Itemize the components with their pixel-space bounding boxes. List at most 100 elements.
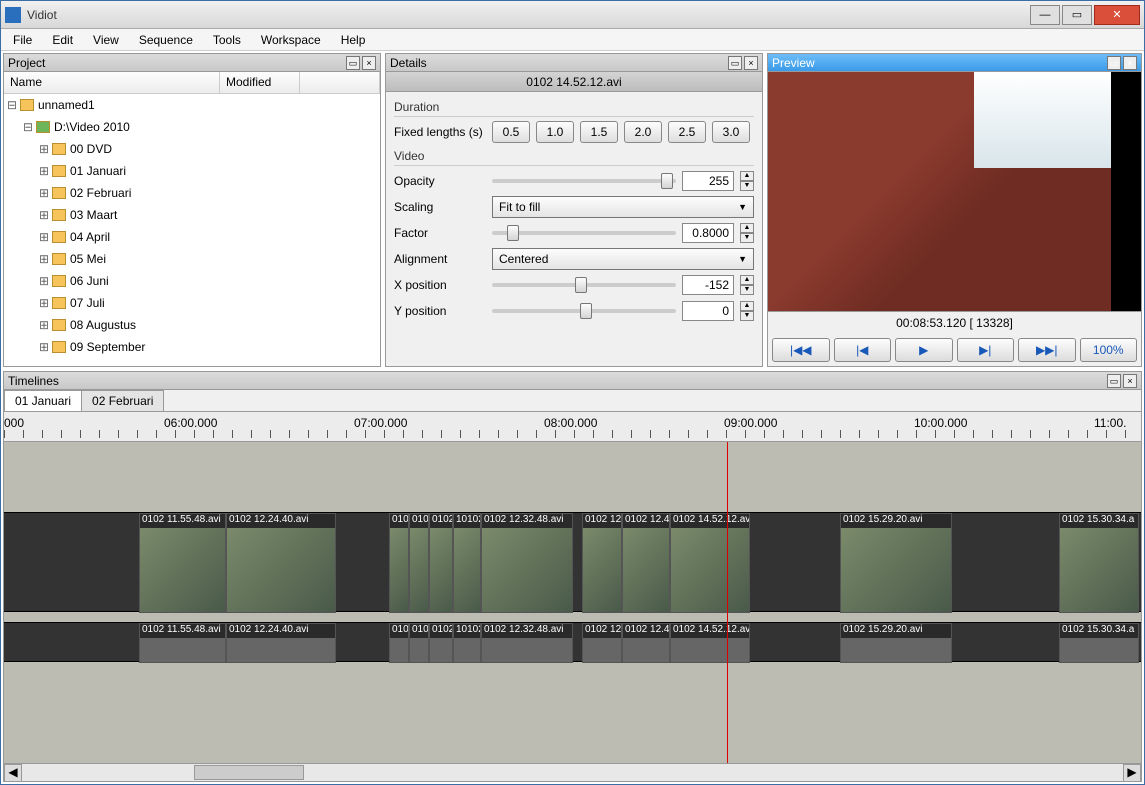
- ypos-slider[interactable]: [492, 309, 676, 313]
- maximize-button[interactable]: ▭: [1062, 5, 1092, 25]
- tree-item[interactable]: ⊞02 Februari: [4, 182, 380, 204]
- opacity-value[interactable]: 255: [682, 171, 734, 191]
- preview-image: [768, 72, 1111, 311]
- length-button[interactable]: 3.0: [712, 121, 750, 143]
- timelines-detach-button[interactable]: ▭: [1107, 374, 1121, 388]
- tab-jan[interactable]: 01 Januari: [4, 390, 82, 411]
- clip[interactable]: 0102 12.32.48.avi: [481, 513, 573, 613]
- clip[interactable]: 0102: [389, 623, 409, 663]
- xpos-value[interactable]: -152: [682, 275, 734, 295]
- menu-edit[interactable]: Edit: [44, 31, 81, 49]
- tree-item[interactable]: ⊞08 Augustus: [4, 314, 380, 336]
- video-track[interactable]: 0102 11.55.48.avi0102 12.24.40.avi010201…: [4, 512, 1141, 612]
- scroll-right-button[interactable]: ▶: [1123, 764, 1141, 782]
- col-modified[interactable]: Modified: [220, 72, 300, 93]
- playhead[interactable]: [727, 442, 728, 763]
- tree-item[interactable]: ⊞09 September: [4, 336, 380, 358]
- tab-feb[interactable]: 02 Februari: [81, 390, 164, 411]
- clip[interactable]: 0102 14.52.12.avi: [670, 623, 750, 663]
- clip[interactable]: 0102: [409, 513, 429, 613]
- xpos-slider[interactable]: [492, 283, 676, 287]
- details-detach-button[interactable]: ▭: [728, 56, 742, 70]
- xpos-spinner[interactable]: ▲▼: [740, 275, 754, 295]
- fixed-lengths-label: Fixed lengths (s): [394, 125, 486, 139]
- clip[interactable]: 0102: [409, 623, 429, 663]
- step-back-button[interactable]: |◀: [834, 338, 892, 362]
- preview-viewport[interactable]: [768, 72, 1141, 311]
- clip[interactable]: 0102 12.24.40.avi: [226, 623, 336, 663]
- project-detach-button[interactable]: ▭: [346, 56, 360, 70]
- clip[interactable]: 0102 12.24.40.avi: [226, 513, 336, 613]
- goto-start-button[interactable]: |◀◀: [772, 338, 830, 362]
- alignment-combo[interactable]: Centered▼: [492, 248, 754, 270]
- tree-item[interactable]: ⊞03 Maart: [4, 204, 380, 226]
- preview-close-button[interactable]: ×: [1123, 56, 1137, 70]
- ypos-spinner[interactable]: ▲▼: [740, 301, 754, 321]
- clip[interactable]: 10102: [453, 623, 481, 663]
- goto-end-button[interactable]: ▶▶|: [1018, 338, 1076, 362]
- tree-item[interactable]: ⊞04 April: [4, 226, 380, 248]
- ypos-value[interactable]: 0: [682, 301, 734, 321]
- menu-view[interactable]: View: [85, 31, 127, 49]
- length-button[interactable]: 1.5: [580, 121, 618, 143]
- timeline-ruler[interactable]: 00006:00.00007:00.00008:00.00009:00.0001…: [4, 412, 1141, 442]
- length-button[interactable]: 2.0: [624, 121, 662, 143]
- length-button[interactable]: 0.5: [492, 121, 530, 143]
- factor-slider[interactable]: [492, 231, 676, 235]
- clip[interactable]: 0102 15.29.20.avi: [840, 513, 952, 613]
- alignment-label: Alignment: [394, 252, 486, 266]
- clip[interactable]: 10102: [453, 513, 481, 613]
- tree-item[interactable]: ⊞06 Juni: [4, 270, 380, 292]
- clip[interactable]: 0102: [389, 513, 409, 613]
- tree-item[interactable]: ⊞00 DVD: [4, 138, 380, 160]
- timeline-hscroll[interactable]: ◀ ▶: [4, 763, 1141, 781]
- col-name[interactable]: Name: [4, 72, 220, 93]
- clip[interactable]: 0102 11.55.48.avi: [139, 623, 226, 663]
- details-close-button[interactable]: ×: [744, 56, 758, 70]
- opacity-slider[interactable]: [492, 179, 676, 183]
- scaling-combo[interactable]: Fit to fill▼: [492, 196, 754, 218]
- col-extra[interactable]: [300, 72, 380, 93]
- clip[interactable]: 0102 12.32.48.avi: [481, 623, 573, 663]
- factor-value[interactable]: 0.8000: [682, 223, 734, 243]
- clip[interactable]: 0102 12.40: [622, 623, 670, 663]
- clip[interactable]: 0102: [429, 513, 453, 613]
- tree-item[interactable]: ⊞07 Juli: [4, 292, 380, 314]
- factor-spinner[interactable]: ▲▼: [740, 223, 754, 243]
- clip[interactable]: 0102 12.: [582, 513, 622, 613]
- clip[interactable]: 0102 14.52.12.avi: [670, 513, 750, 613]
- clip[interactable]: 0102: [429, 623, 453, 663]
- ruler-label: 11:00.: [1094, 416, 1126, 430]
- scroll-thumb[interactable]: [194, 765, 304, 780]
- clip[interactable]: 0102 15.29.20.avi: [840, 623, 952, 663]
- menu-sequence[interactable]: Sequence: [131, 31, 201, 49]
- scroll-left-button[interactable]: ◀: [4, 764, 22, 782]
- clip[interactable]: 0102 12.40: [622, 513, 670, 613]
- clip[interactable]: 0102 15.30.34.a: [1059, 513, 1139, 613]
- project-tree[interactable]: ⊟unnamed1 ⊟D:\Video 2010 ⊞00 DVD⊞01 Janu…: [4, 94, 380, 366]
- length-button[interactable]: 2.5: [668, 121, 706, 143]
- opacity-spinner[interactable]: ▲▼: [740, 171, 754, 191]
- menu-help[interactable]: Help: [333, 31, 374, 49]
- project-close-button[interactable]: ×: [362, 56, 376, 70]
- tree-item[interactable]: ⊞01 Januari: [4, 160, 380, 182]
- play-button[interactable]: ▶: [895, 338, 953, 362]
- audio-track[interactable]: 0102 11.55.48.avi0102 12.24.40.avi010201…: [4, 622, 1141, 662]
- menu-workspace[interactable]: Workspace: [253, 31, 329, 49]
- clip[interactable]: 0102 15.30.34.a: [1059, 623, 1139, 663]
- menu-tools[interactable]: Tools: [205, 31, 249, 49]
- tree-drive[interactable]: ⊟D:\Video 2010: [4, 116, 380, 138]
- close-button[interactable]: ✕: [1094, 5, 1140, 25]
- tree-root[interactable]: ⊟unnamed1: [4, 94, 380, 116]
- zoom-level[interactable]: 100%: [1080, 338, 1138, 362]
- length-button[interactable]: 1.0: [536, 121, 574, 143]
- preview-detach-button[interactable]: ▭: [1107, 56, 1121, 70]
- clip[interactable]: 0102 11.55.48.avi: [139, 513, 226, 613]
- menu-file[interactable]: File: [5, 31, 40, 49]
- clip[interactable]: 0102 12.: [582, 623, 622, 663]
- step-fwd-button[interactable]: ▶|: [957, 338, 1015, 362]
- minimize-button[interactable]: —: [1030, 5, 1060, 25]
- timelines-close-button[interactable]: ×: [1123, 374, 1137, 388]
- tree-item[interactable]: ⊞05 Mei: [4, 248, 380, 270]
- timeline-body[interactable]: 0102 11.55.48.avi0102 12.24.40.avi010201…: [4, 442, 1141, 763]
